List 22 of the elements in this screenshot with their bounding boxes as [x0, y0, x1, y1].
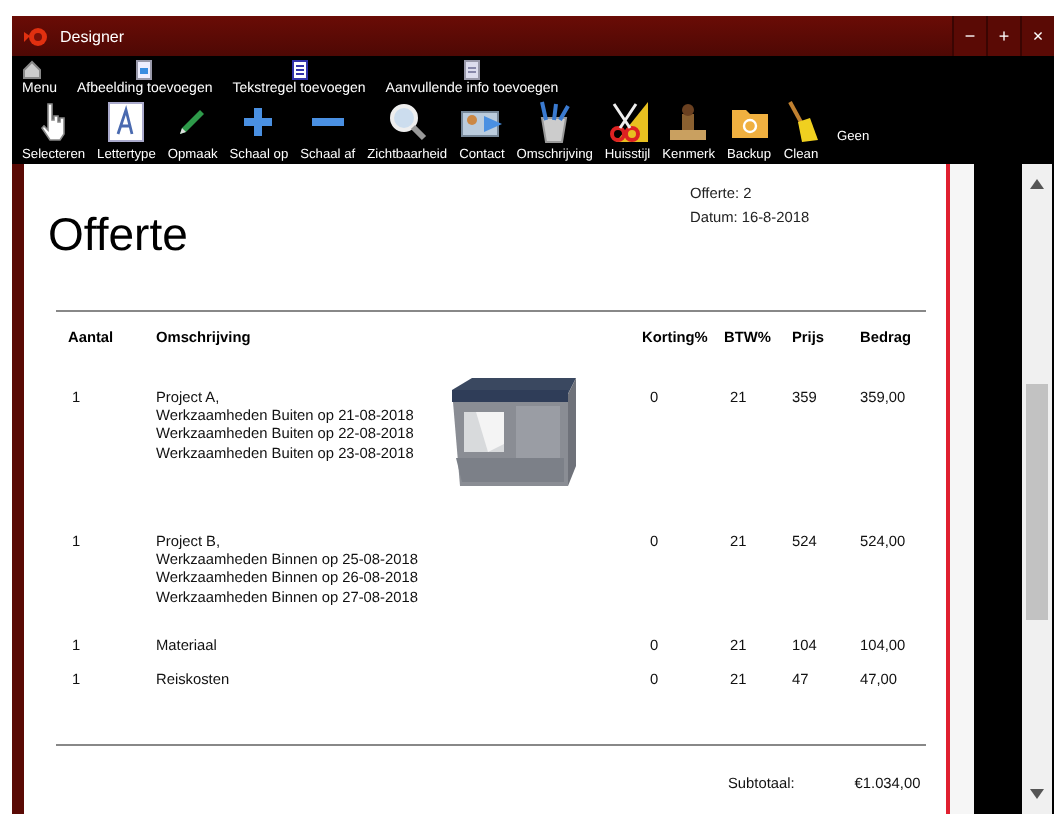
scrollbar-thumb[interactable] [1026, 384, 1048, 620]
plus-icon [242, 106, 275, 138]
brush-cup-icon [536, 100, 573, 144]
document-icon [291, 60, 308, 80]
magnifier-icon [387, 102, 428, 142]
hand-pointer-icon [37, 102, 70, 142]
folder-icon [729, 104, 770, 140]
app-logo-icon [24, 25, 48, 47]
picture-add-icon [136, 60, 153, 80]
scissors-ruler-icon [607, 100, 648, 144]
house-icon [22, 60, 42, 80]
broom-icon [783, 100, 820, 144]
document-title: Offerte [48, 208, 188, 264]
close-button[interactable]: × [1020, 16, 1054, 56]
minimize-button[interactable]: − [952, 16, 986, 56]
stamp-icon [666, 102, 711, 142]
font-icon [108, 102, 145, 142]
document-icon [464, 60, 480, 80]
minus-icon [311, 118, 344, 126]
pencil-icon [176, 106, 209, 138]
maximize-button[interactable]: + [986, 16, 1020, 56]
window-title: Designer [60, 27, 127, 45]
